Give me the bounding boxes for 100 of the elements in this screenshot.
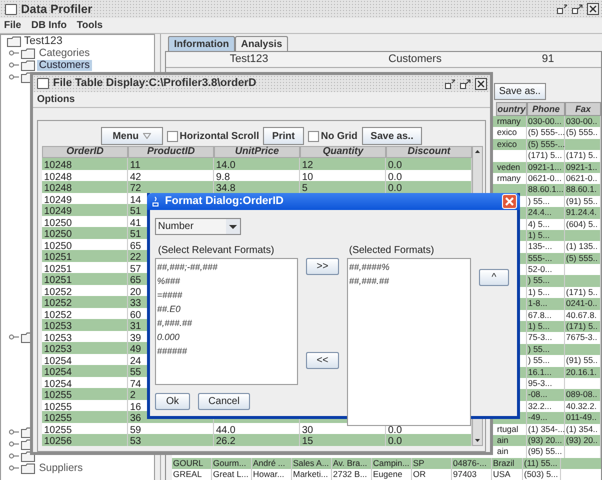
- list-item[interactable]: ######: [156, 344, 297, 358]
- table-cell: -49...: [528, 412, 548, 422]
- table-cell: 10254: [44, 378, 72, 390]
- tree-item[interactable]: Categories: [37, 48, 92, 58]
- save-as-button[interactable]: Save as..: [494, 83, 546, 100]
- table-cell: (171) 5..: [566, 286, 598, 297]
- expand-handle-icon[interactable]: [9, 62, 19, 68]
- list-label: (Select Relevant Formats): [157, 244, 276, 258]
- list-item[interactable]: ##,###.##: [348, 274, 470, 288]
- table-cell: 030-00...: [528, 116, 562, 126]
- list-item[interactable]: ##,####%: [348, 260, 470, 274]
- table-cell: ) 55...: [528, 196, 550, 206]
- menu-button[interactable]: Menu: [100, 127, 163, 145]
- table-cell: 36: [130, 413, 142, 424]
- table-cell: 91.24.4.: [566, 207, 597, 218]
- maximize-icon[interactable]: [572, 4, 583, 14]
- checkbox[interactable]: [308, 130, 319, 142]
- column-header: OrderID: [42, 146, 128, 158]
- list-item[interactable]: %###: [156, 274, 297, 288]
- close-icon[interactable]: [587, 3, 599, 15]
- table-cell: 15: [302, 436, 314, 447]
- list-item[interactable]: 0.000: [156, 330, 297, 344]
- table-cell: 31: [130, 321, 142, 332]
- table-cell: 97403: [452, 469, 492, 480]
- table-cell: 22: [130, 252, 142, 263]
- expand-handle-icon[interactable]: [9, 453, 19, 459]
- table-cell: 0.0: [388, 183, 402, 194]
- checkbox-label[interactable]: Horizontal Scroll: [180, 128, 260, 144]
- format-list[interactable]: ##,###;-##,### %### =#### ##.E0 #,###.## 0.000 ######: [155, 258, 298, 384]
- list-item[interactable]: ##,###;-##,###: [156, 260, 297, 274]
- table-cell: 60: [130, 310, 142, 320]
- toolbar-button[interactable]: Print: [263, 127, 304, 145]
- list-item[interactable]: #,###.##: [156, 316, 297, 330]
- menu-item[interactable]: DB Info: [31, 18, 67, 33]
- tab[interactable]: Analysis: [235, 36, 288, 51]
- table-cell: 75-3...: [528, 332, 552, 342]
- table-cell: 1) 5...: [528, 321, 550, 332]
- table-cell: rtugal: [497, 424, 518, 434]
- minimize-icon[interactable]: [557, 4, 568, 14]
- summary-value: Test123: [228, 52, 270, 68]
- table-cell: GREAL: [172, 469, 212, 480]
- tab[interactable]: Information: [168, 36, 235, 51]
- table-cell: 4) 5...: [528, 218, 550, 229]
- menu-item[interactable]: Tools: [76, 18, 103, 33]
- column-header: Phone: [527, 102, 565, 116]
- list-item[interactable]: ##.E0: [156, 302, 297, 316]
- checkbox-label[interactable]: No Grid: [320, 128, 358, 144]
- summary-value: 91: [540, 52, 556, 68]
- selected-format-list[interactable]: ##,####% ##,###.##: [347, 258, 471, 426]
- expand-handle-icon[interactable]: [9, 50, 19, 56]
- tree-root-label[interactable]: Test123: [24, 32, 63, 50]
- table-cell: (5) 555..: [566, 252, 598, 263]
- checkbox[interactable]: [166, 130, 178, 142]
- table-cell: (95) 55...: [528, 446, 562, 456]
- table-cell: 10250: [44, 229, 72, 240]
- table-cell: 10248: [44, 172, 72, 182]
- table-cell: 7675-3..: [566, 332, 598, 342]
- format-type-dropdown[interactable]: Number: [155, 218, 241, 234]
- expand-handle-icon[interactable]: [9, 465, 19, 471]
- table-cell: 41: [130, 218, 142, 228]
- table-cell: (91) 55..: [566, 196, 598, 206]
- table-cell: 26.2: [216, 436, 236, 447]
- table-cell: 1-8...: [528, 298, 548, 308]
- table-cell: 72: [130, 183, 142, 194]
- expand-handle-icon[interactable]: [9, 334, 19, 340]
- expand-handle-icon[interactable]: [9, 74, 19, 80]
- table-cell: ) 55...: [528, 275, 550, 286]
- close-icon[interactable]: [475, 78, 487, 90]
- expand-handle-icon[interactable]: [9, 441, 19, 447]
- table-cell: (1) 135..: [566, 241, 598, 252]
- table-cell: 135-...: [528, 241, 552, 252]
- list-item[interactable]: =####: [156, 288, 297, 302]
- table-cell: 34.8: [216, 183, 236, 194]
- table-cell: 40.67.8.: [566, 310, 597, 320]
- cancel-button[interactable]: Cancel: [198, 392, 250, 410]
- table-cell: ain: [497, 446, 508, 456]
- ok-button[interactable]: Ok: [155, 392, 190, 410]
- table-cell: 10254: [44, 367, 72, 378]
- remove-button[interactable]: <<: [306, 352, 339, 368]
- options-menu[interactable]: Options: [37, 92, 75, 107]
- table-cell: 65: [130, 240, 142, 252]
- tree-item[interactable]: Customers: [37, 60, 92, 70]
- table-cell: 16.1...: [528, 366, 552, 377]
- move-up-button[interactable]: ^: [479, 268, 509, 286]
- menu-item[interactable]: File: [4, 18, 22, 33]
- expand-handle-icon[interactable]: [9, 429, 19, 435]
- table-cell: ) 55...: [528, 344, 550, 354]
- table-cell: 1) 5...: [528, 230, 550, 240]
- table-cell: 20: [130, 286, 142, 298]
- table-cell: (604) 5..: [566, 218, 598, 229]
- tree-item[interactable]: Suppliers: [37, 462, 85, 474]
- maximize-icon[interactable]: [460, 78, 471, 88]
- add-button[interactable]: >>: [306, 258, 339, 274]
- window-icon: [37, 78, 49, 89]
- minimize-icon[interactable]: [445, 78, 456, 88]
- table-cell: 57: [130, 264, 142, 274]
- table-cell: 10252: [44, 286, 72, 298]
- toolbar-button[interactable]: Save as..: [362, 127, 422, 145]
- table-cell: OR: [412, 469, 452, 480]
- table-cell: 10248: [44, 183, 72, 194]
